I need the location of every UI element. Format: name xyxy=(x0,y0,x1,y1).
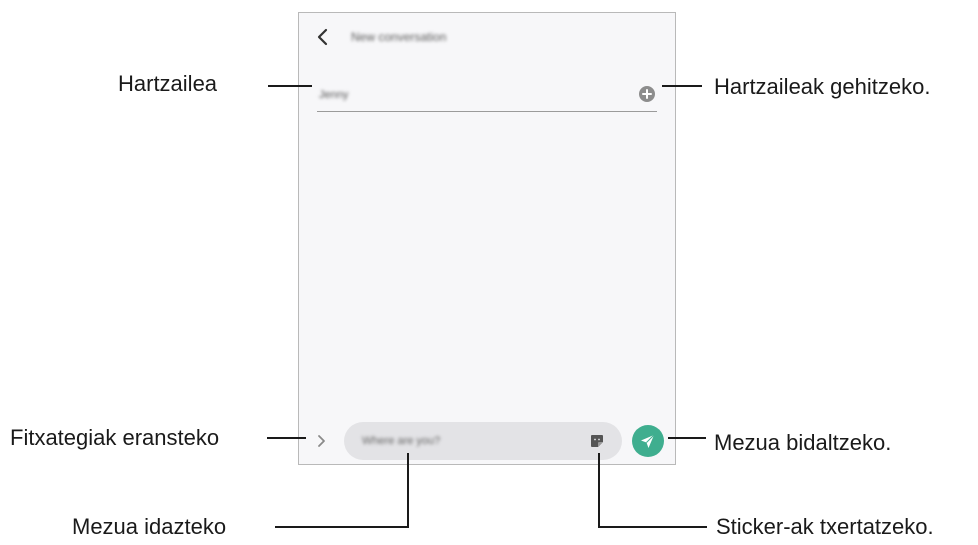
back-icon[interactable] xyxy=(315,27,333,47)
message-placeholder: Where are you? xyxy=(362,435,441,447)
chevron-right-icon[interactable] xyxy=(314,431,330,451)
recipient-field[interactable]: Jenny xyxy=(317,75,657,112)
sticker-icon[interactable] xyxy=(590,434,604,448)
plus-circle-icon[interactable] xyxy=(639,86,655,102)
paper-plane-icon[interactable] xyxy=(632,425,664,457)
recipient-value: Jenny xyxy=(319,89,349,101)
callout-insert-stickers: Sticker-ak txertatzeko. xyxy=(716,514,934,539)
callout-write-message: Mezua idazteko xyxy=(72,514,227,539)
callout-recipient: Hartzailea xyxy=(118,71,218,96)
page-title: New conversation xyxy=(351,30,447,44)
callout-add-recipients: Hartzaileak gehitzeko. xyxy=(714,74,931,99)
callout-attach-files: Fitxategiak eransteko xyxy=(10,425,220,450)
message-input[interactable]: Where are you? xyxy=(344,422,622,460)
app-header: New conversation xyxy=(299,13,675,63)
phone-screen: New conversation Jenny Where are you? xyxy=(298,12,676,465)
callout-send-message: Mezua bidaltzeko. xyxy=(714,430,892,455)
